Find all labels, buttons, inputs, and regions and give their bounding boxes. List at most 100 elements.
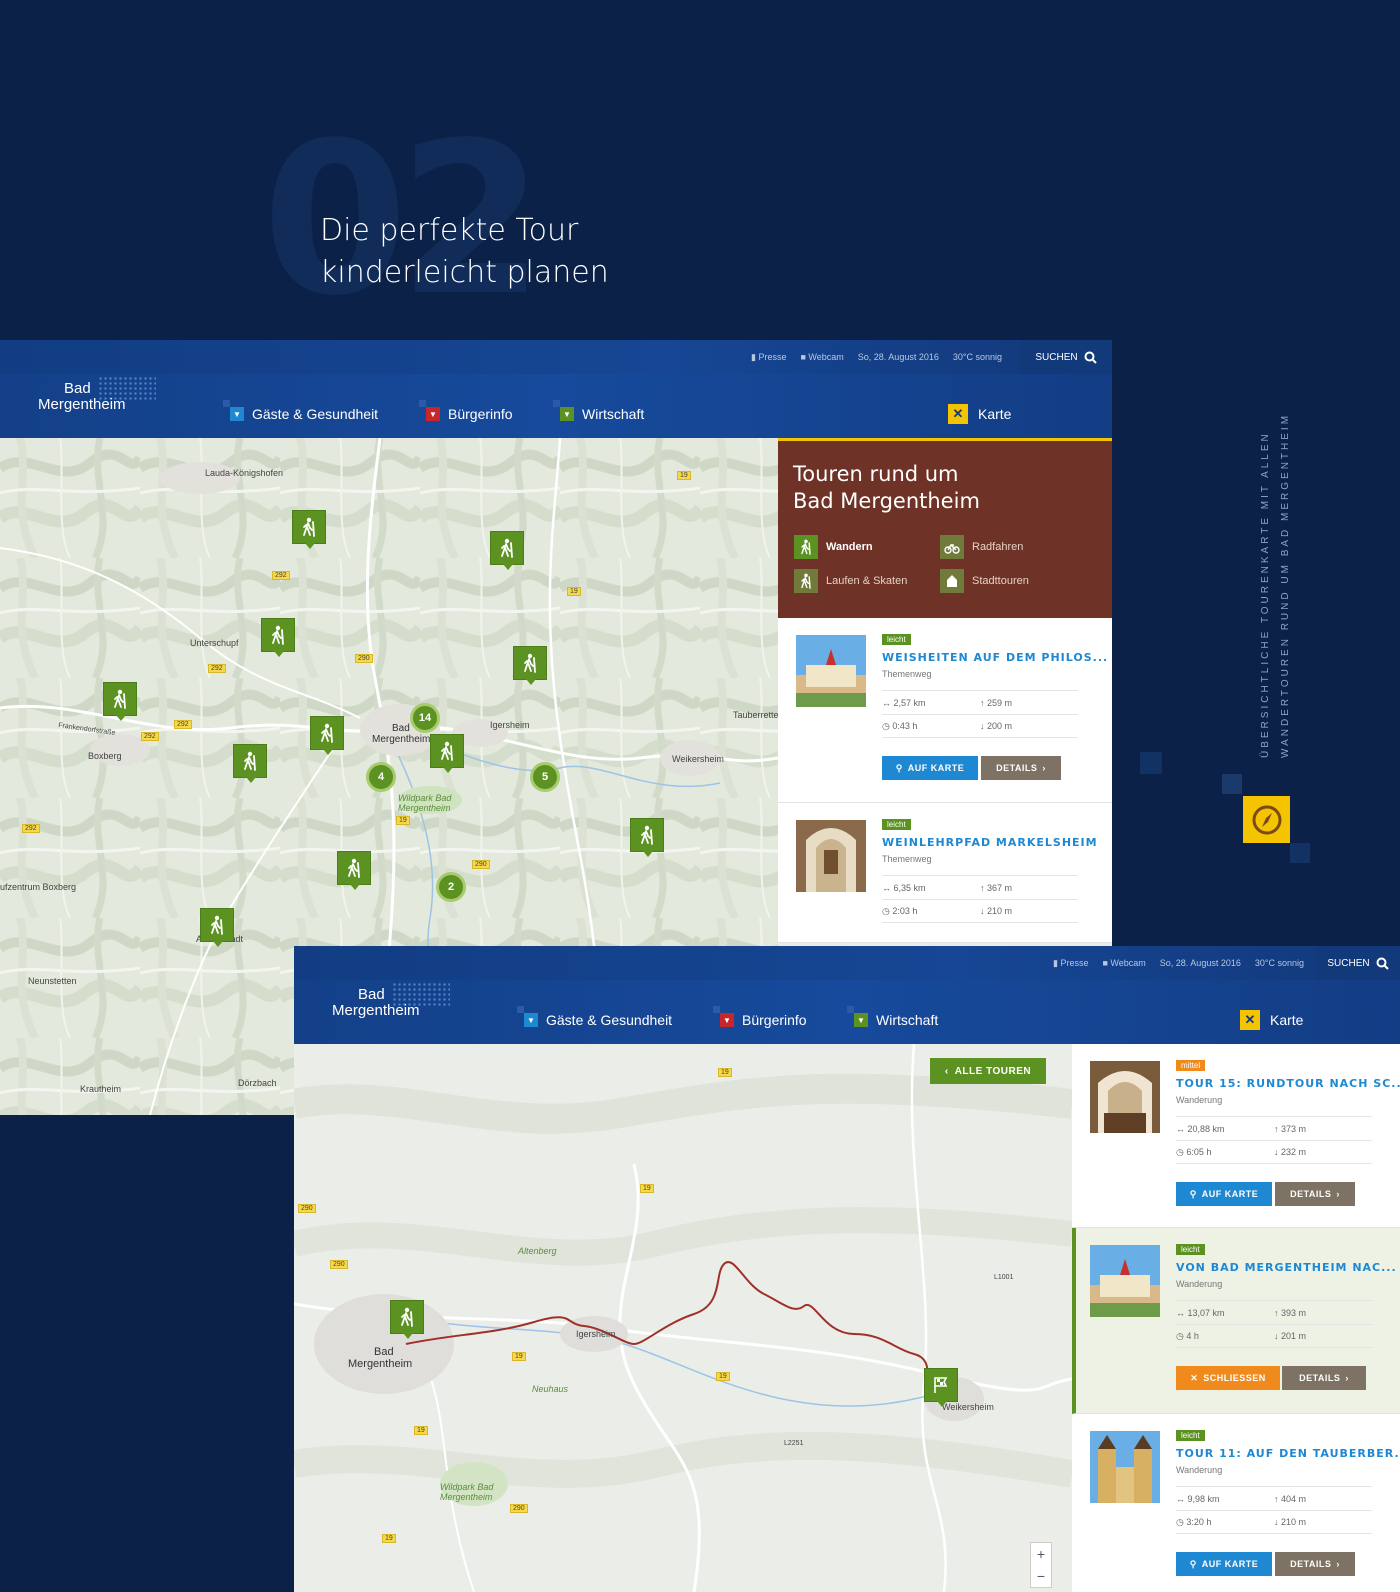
tour-card-selected[interactable]: leicht VON BAD MERGENTHEIM NAC... Wander… [1072,1228,1400,1414]
road-tag: 19 [396,816,410,825]
details-button[interactable]: DETAILS › [1282,1366,1366,1390]
category-laufen[interactable]: Laufen & Skaten [794,569,907,593]
hiking-marker[interactable] [103,682,137,721]
hiker-icon [794,535,818,559]
side-caption-line2: WANDERTOUREN RUND UM BAD MERGENTHEIM [1280,412,1291,758]
ascent-value: 259 m [987,697,1013,708]
nav-buergerinfo[interactable]: ▼ Bürgerinfo [713,1006,807,1028]
nav-wirtschaft[interactable]: ▼ Wirtschaft [553,400,644,422]
tour-card[interactable]: leicht TOUR 11: AUF DEN TAUBERBER... Wan… [1072,1414,1400,1592]
logo[interactable]: Bad Mergentheim [38,376,158,426]
duration-stat: ◷ 0:43 h [882,720,918,731]
show-on-map-button[interactable]: ⚲ AUF KARTE [1176,1182,1272,1206]
tour-title[interactable]: WEINLEHRPFAD MARKELSHEIM [882,836,1098,849]
search-button[interactable]: SUCHEN [1316,946,1400,980]
close-button[interactable]: ✕ SCHLIESSEN [1176,1366,1280,1390]
ascent-value: 367 m [987,882,1013,893]
zoom-out-button[interactable]: − [1037,1568,1045,1584]
search-button[interactable]: SUCHEN [1020,340,1112,374]
category-wandern[interactable]: Wandern [794,535,873,559]
details-button[interactable]: DETAILS › [1275,1552,1355,1576]
hiker-icon [272,625,284,645]
chevron-down-icon: ▼ [223,400,244,421]
cluster-marker[interactable]: 4 [366,762,396,792]
tour-title[interactable]: TOUR 11: AUF DEN TAUBERBER... [1176,1447,1400,1460]
road-tag: 19 [414,1426,428,1435]
cluster-marker[interactable]: 2 [436,872,466,902]
hiking-marker[interactable] [337,851,371,890]
zoom-in-button[interactable]: + [1037,1546,1045,1562]
hiking-marker[interactable] [310,716,344,755]
hiker-icon [348,858,360,878]
tour-title[interactable]: WEISHEITEN AUF DEM PHILOS... [882,651,1108,664]
weather-text: 30°C sonnig [952,352,1002,362]
cluster-marker[interactable]: 14 [410,703,440,733]
map-label: Altenberg [518,1246,557,1256]
webcam-link[interactable]: ■ Webcam [1102,958,1145,968]
cluster-marker[interactable]: 5 [530,762,560,792]
hiking-marker[interactable] [630,818,664,857]
weather-text: 30°C sonnig [1254,958,1304,968]
finish-marker[interactable] [924,1368,958,1407]
karte-label: Karte [978,406,1012,422]
tour-type: Wanderung [1176,1465,1223,1475]
section-title-line2: kinderleicht planen [320,255,609,290]
ascent-stat: ↑ 367 m [980,882,1013,893]
category-laufen-label: Laufen & Skaten [826,575,908,587]
start-marker[interactable] [390,1300,424,1339]
screen-tour-detail: ▮ Presse ■ Webcam So, 28. August 2016 30… [294,946,1400,1592]
hiking-marker[interactable] [513,646,547,685]
webcam-link[interactable]: ■ Webcam [800,352,843,362]
show-on-map-label: AUF KARTE [1201,1189,1259,1199]
tour-route-map[interactable]: Altenberg Bad Mergentheim Igersheim Neuh… [294,1044,1072,1592]
tour-type: Wanderung [1176,1095,1223,1105]
duration-value: 2:03 h [892,905,918,916]
category-radfahren[interactable]: Radfahren [940,535,1023,559]
show-on-map-button[interactable]: ⚲ AUF KARTE [1176,1552,1272,1576]
tour-title[interactable]: VON BAD MERGENTHEIM NAC... [1176,1261,1397,1274]
tour-card[interactable]: mittel TOUR 15: RUNDTOUR NACH SC... Wand… [1072,1044,1400,1228]
presse-link[interactable]: ▮ Presse [1053,958,1088,969]
building-icon [940,569,964,593]
hiking-marker[interactable] [490,531,524,570]
hiking-marker[interactable] [430,734,464,773]
nav-gaeste[interactable]: ▼ Gäste & Gesundheit [517,1006,672,1028]
karte-toggle[interactable]: ✕ Karte [1240,1010,1303,1030]
hiking-marker[interactable] [261,618,295,657]
tour-type: Themenweg [882,669,932,679]
descent-value: 232 m [1281,1147,1307,1157]
section-title-line1: Die perfekte Tour [320,213,579,248]
karte-label: Karte [1270,1012,1304,1028]
hiking-marker[interactable] [292,510,326,549]
presse-link[interactable]: ▮ Presse [751,352,786,363]
duration-stat: ◷ 3:20 h [1176,1516,1212,1527]
nav-buergerinfo[interactable]: ▼ Bürgerinfo [419,400,513,422]
map-label: L1001 [994,1274,1014,1281]
show-on-map-button[interactable]: ⚲ AUF KARTE [882,756,978,780]
details-button[interactable]: DETAILS › [1275,1182,1355,1206]
tour-card[interactable]: leicht WEISHEITEN AUF DEM PHILOS... Them… [778,618,1112,803]
details-button[interactable]: DETAILS › [981,756,1061,780]
all-tours-button[interactable]: ‹ ALLE TOUREN [930,1058,1046,1084]
nav-gaeste[interactable]: ▼ Gäste & Gesundheit [223,400,378,422]
presse-label: Presse [1060,957,1089,968]
nav-wirtschaft-label: Wirtschaft [876,1012,939,1028]
hiking-marker[interactable] [233,744,267,783]
difficulty-badge: leicht [882,634,911,645]
karte-toggle[interactable]: ✕ Karte [948,404,1011,424]
webcam-label: Webcam [1110,958,1146,968]
map-label: ufzentrum Boxberg [0,882,77,892]
tour-card[interactable]: leicht WEINLEHRPFAD MARKELSHEIM Themenwe… [778,803,1112,943]
tour-stats: ↔ 13,07 km ↑ 393 m ◷ 4 h ↓ 201 m [1176,1300,1372,1348]
map-label: Mergentheim [440,1492,493,1502]
nav-wirtschaft[interactable]: ▼ Wirtschaft [847,1006,939,1028]
distance-value: 2,57 km [893,697,926,708]
category-stadttouren[interactable]: Stadttouren [940,569,1029,593]
descent-stat: ↓ 210 m [980,906,1013,916]
duration-value: 0:43 h [892,720,918,731]
logo[interactable]: Bad Mergentheim [332,982,452,1032]
map-label: Bad [374,1346,394,1358]
tour-title[interactable]: TOUR 15: RUNDTOUR NACH SC... [1176,1077,1400,1090]
road-tag: 290 [355,654,373,663]
hiking-marker[interactable] [200,908,234,947]
